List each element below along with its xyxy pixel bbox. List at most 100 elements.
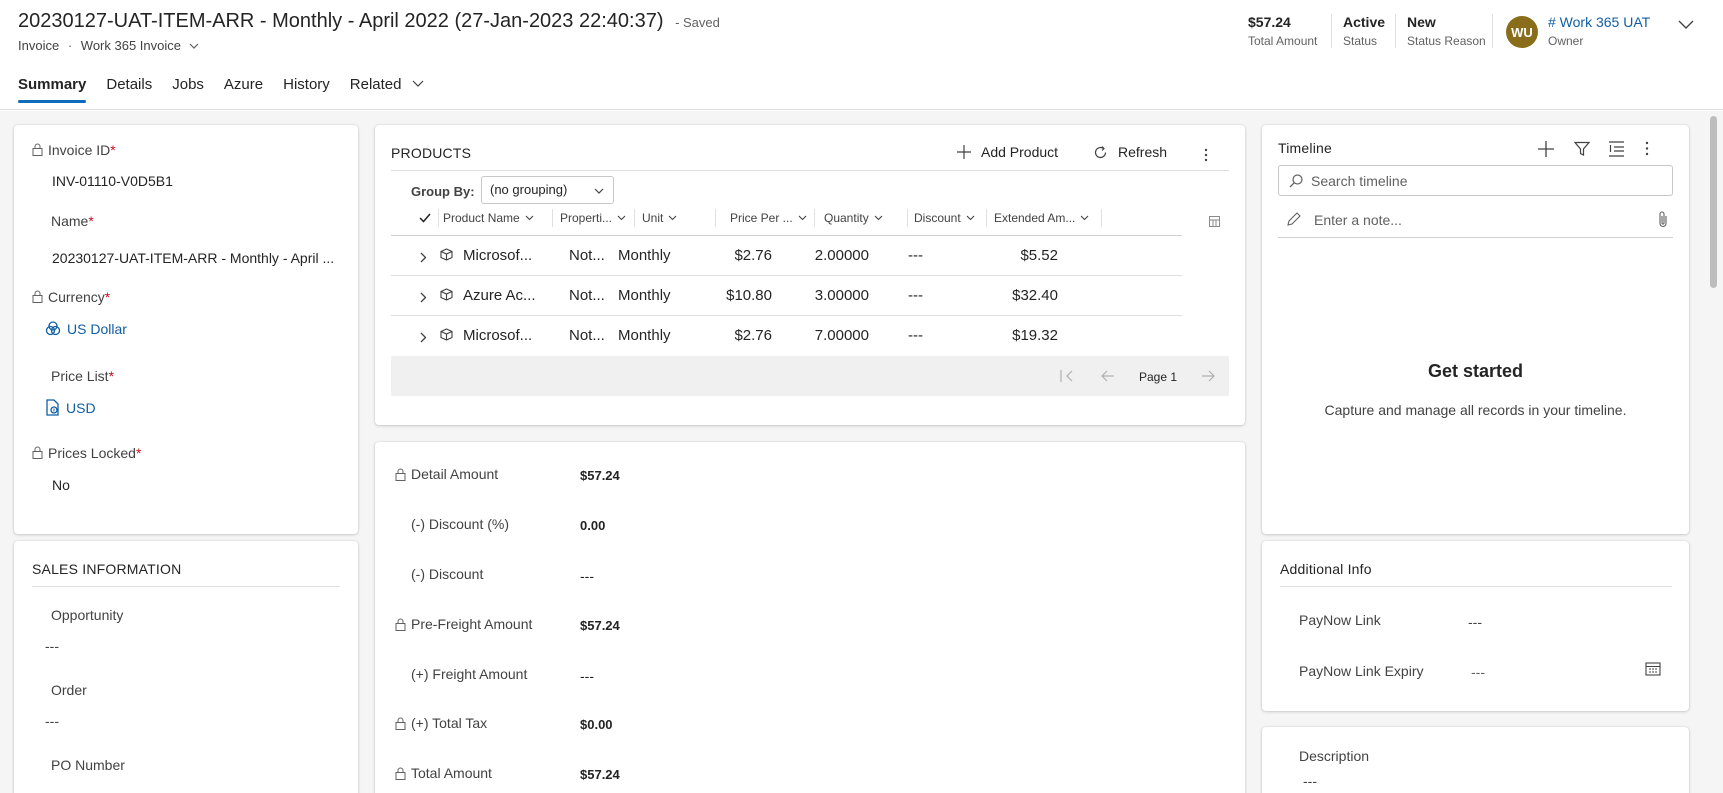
required-mark: * [108, 368, 115, 384]
chevron-down-icon [525, 215, 534, 221]
tab-summary[interactable]: Summary [18, 76, 87, 103]
tab-list: Summary Details Jobs Azure History Relat… [18, 76, 444, 103]
paynow-expiry-input[interactable]: --- [1471, 664, 1485, 680]
chevron-right-icon[interactable] [420, 332, 427, 343]
invoice-id-value[interactable]: INV-01110-V0D5B1 [52, 173, 173, 189]
freight-amount-input[interactable]: --- [580, 668, 594, 684]
product-icon [440, 248, 453, 261]
name-field[interactable]: 20230127-UAT-ITEM-ARR - Monthly - April … [52, 250, 334, 266]
column-header-quantity[interactable]: Quantity [824, 211, 883, 225]
price-list-value: USD [66, 400, 96, 416]
column-header-label: Product Name [443, 211, 520, 225]
owner-link[interactable]: # Work 365 UAT [1548, 14, 1650, 30]
prices-locked-value[interactable]: No [52, 477, 70, 493]
required-mark: * [110, 142, 116, 158]
plus-icon[interactable] [1538, 141, 1554, 157]
section-title: Additional Info [1280, 561, 1372, 577]
cell-product-name[interactable]: Microsof... [463, 247, 532, 264]
kpi-label: Total Amount [1248, 34, 1318, 48]
required-mark: * [104, 289, 111, 305]
field-label: (-) Discount [411, 566, 484, 582]
more-options-icon[interactable] [1204, 148, 1208, 162]
tab-history[interactable]: History [283, 76, 330, 103]
po-number-label: PO Number [51, 757, 125, 773]
opportunity-label: Opportunity [51, 607, 124, 623]
discount-percent-input[interactable]: 0.00 [580, 518, 605, 533]
lock-icon [395, 468, 406, 481]
avatar[interactable]: WU [1506, 16, 1538, 48]
next-page-icon[interactable] [1201, 370, 1215, 382]
column-separator [907, 209, 908, 227]
required-mark: * [135, 445, 142, 461]
tab-details[interactable]: Details [106, 76, 152, 103]
column-header-unit[interactable]: Unit [642, 211, 677, 225]
column-header-extended-amount[interactable]: Extended Am... [994, 211, 1089, 225]
cell-product-name[interactable]: Microsof... [463, 327, 532, 344]
name-label: Name* [51, 213, 94, 229]
chevron-right-icon[interactable] [420, 292, 427, 303]
note-placeholder: Enter a note... [1314, 212, 1402, 228]
pencil-icon [1287, 212, 1301, 226]
chevron-down-icon [617, 215, 626, 221]
previous-page-icon[interactable] [1101, 370, 1115, 382]
column-header-product-name[interactable]: Product Name [443, 211, 534, 225]
paynow-link-value[interactable]: --- [1468, 614, 1482, 630]
refresh-button[interactable]: Refresh [1093, 144, 1167, 160]
table-row[interactable]: Microsof... Not... Monthly $2.76 7.00000… [391, 316, 1182, 356]
currency-label: Currency* [32, 289, 110, 305]
cell-extended-amount: $32.40 [1012, 287, 1058, 304]
more-options-icon[interactable] [1645, 141, 1649, 156]
calendar-icon[interactable] [1645, 661, 1661, 676]
column-separator [438, 209, 439, 227]
field-label: (+) Total Tax [411, 715, 488, 731]
cell-extended-amount: $5.52 [1020, 247, 1058, 264]
note-input[interactable]: Enter a note... [1278, 206, 1673, 238]
table-row[interactable]: Azure Ac... Not... Monthly $10.80 3.0000… [391, 276, 1182, 316]
column-separator [715, 209, 716, 227]
kpi-status-reason: New Status Reason [1407, 14, 1486, 48]
group-by-select[interactable]: (no grouping) [481, 176, 614, 204]
expand-header-chevron-icon[interactable] [1678, 20, 1694, 30]
saved-status: - Saved [675, 15, 720, 30]
sort-list-icon[interactable] [1608, 141, 1625, 157]
discount-amount-input[interactable]: --- [580, 568, 594, 584]
cell-discount: --- [908, 287, 923, 304]
price-list-link[interactable]: USD [45, 399, 96, 416]
tab-jobs[interactable]: Jobs [172, 76, 204, 103]
attachment-icon[interactable] [1658, 210, 1668, 228]
order-value[interactable]: --- [45, 713, 59, 729]
opportunity-value[interactable]: --- [45, 638, 59, 654]
filter-icon[interactable] [1574, 141, 1590, 157]
field-value: $57.24 [580, 468, 620, 483]
first-page-icon[interactable] [1060, 370, 1074, 382]
form-body: Invoice ID* INV-01110-V0D5B1 Name* 20230… [0, 111, 1723, 793]
cell-product-name[interactable]: Azure Ac... [463, 287, 536, 304]
add-product-button[interactable]: Add Product [957, 144, 1058, 160]
select-all-checkmark-icon[interactable] [419, 213, 431, 223]
cell-price-per-unit: $2.76 [734, 327, 772, 344]
form-selector[interactable]: Work 365 Invoice [81, 38, 199, 53]
column-header-price-per-unit[interactable]: Price Per ... [730, 211, 807, 225]
tab-related[interactable]: Related [350, 76, 424, 103]
tab-azure[interactable]: Azure [224, 76, 263, 103]
column-header-discount[interactable]: Discount [914, 211, 975, 225]
column-header-properties[interactable]: Properti... [560, 211, 626, 225]
cell-unit: Monthly [618, 247, 671, 264]
description-value[interactable]: --- [1303, 773, 1317, 789]
column-editor-icon[interactable] [1209, 216, 1220, 227]
field-value: $57.24 [580, 767, 620, 782]
column-header-label: Discount [914, 211, 961, 225]
currency-link[interactable]: US Dollar [45, 321, 127, 337]
search-timeline-input[interactable]: Search timeline [1278, 165, 1673, 196]
page-scrollbar[interactable] [1710, 116, 1717, 288]
totals-card: Detail Amount $57.24 (-) Discount (%) 0.… [375, 442, 1245, 793]
refresh-icon [1094, 145, 1107, 158]
record-title: 20230127-UAT-ITEM-ARR - Monthly - April … [18, 10, 720, 33]
table-row[interactable]: Microsof... Not... Monthly $2.76 2.00000… [391, 236, 1182, 276]
lock-icon [395, 618, 406, 631]
chevron-right-icon[interactable] [420, 252, 427, 263]
sales-information-card: SALES INFORMATION Opportunity --- Order … [14, 541, 358, 793]
prices-locked-label: Prices Locked* [32, 445, 141, 461]
entity-name: Invoice [18, 38, 60, 53]
price-list-label: Price List* [51, 368, 114, 384]
